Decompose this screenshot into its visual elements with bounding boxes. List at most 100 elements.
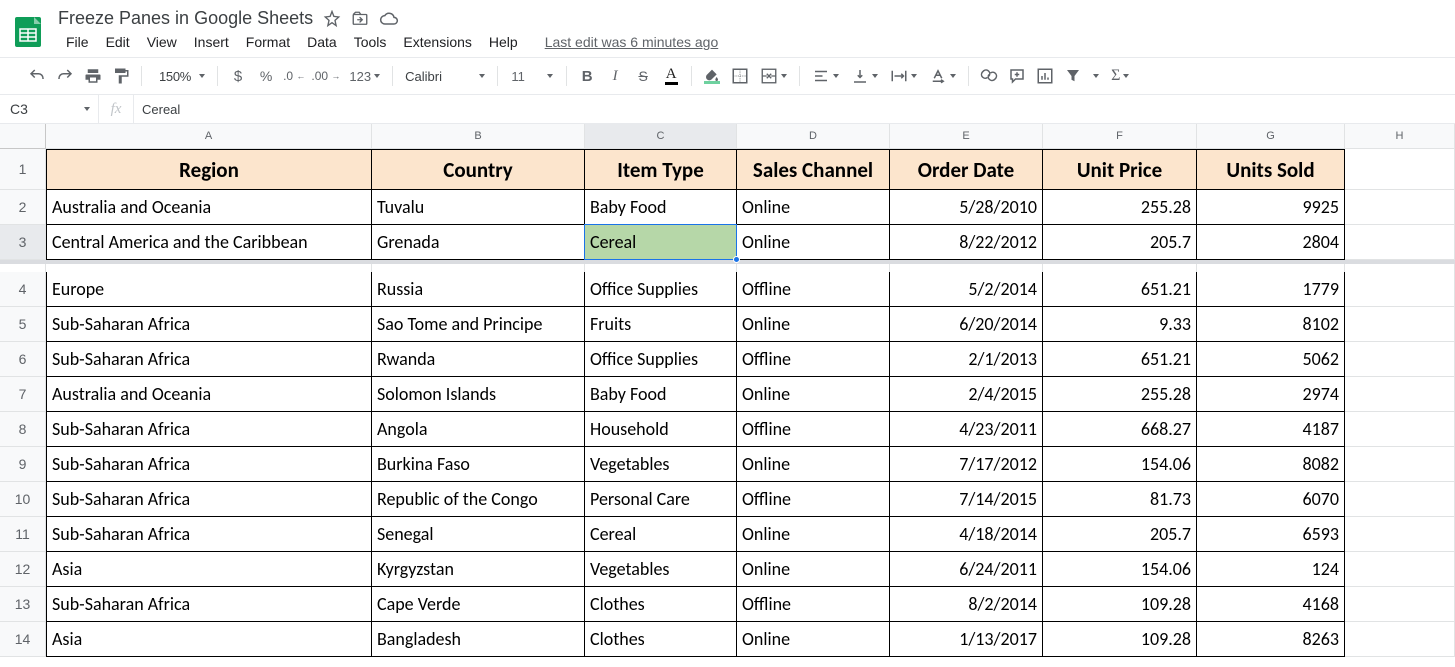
cell[interactable]: 255.28 [1043, 190, 1197, 225]
cell[interactable]: 8263 [1197, 622, 1345, 657]
cell[interactable] [1345, 447, 1455, 482]
row-header-5[interactable]: 5 [0, 307, 46, 342]
cell[interactable]: Asia [46, 622, 372, 657]
redo-button[interactable] [52, 63, 78, 89]
row-header-9[interactable]: 9 [0, 447, 46, 482]
strikethrough-button[interactable]: S [630, 63, 656, 89]
menu-file[interactable]: File [58, 31, 97, 53]
header-cell[interactable]: Region [46, 149, 372, 190]
cell[interactable]: 6/20/2014 [890, 307, 1043, 342]
cell[interactable]: 81.73 [1043, 482, 1197, 517]
header-cell[interactable]: Country [372, 149, 585, 190]
cell[interactable] [1345, 622, 1455, 657]
cell[interactable]: Household [585, 412, 737, 447]
cell[interactable]: Online [737, 190, 890, 225]
filter-views-dropdown[interactable] [1088, 63, 1104, 89]
row-header-10[interactable]: 10 [0, 482, 46, 517]
cell[interactable]: Burkina Faso [372, 447, 585, 482]
filter-button[interactable] [1060, 63, 1086, 89]
italic-button[interactable]: I [602, 63, 628, 89]
insert-chart-button[interactable] [1032, 63, 1058, 89]
cell[interactable]: 154.06 [1043, 447, 1197, 482]
header-cell[interactable]: Sales Channel [737, 149, 890, 190]
format-percent-button[interactable]: % [253, 63, 279, 89]
row-header-6[interactable]: 6 [0, 342, 46, 377]
cell[interactable]: 4/23/2011 [890, 412, 1043, 447]
column-header-F[interactable]: F [1043, 124, 1197, 149]
cell[interactable]: Sub-Saharan Africa [46, 342, 372, 377]
row-header-8[interactable]: 8 [0, 412, 46, 447]
cell[interactable]: 5062 [1197, 342, 1345, 377]
cell[interactable]: Baby Food [585, 190, 737, 225]
freeze-divider[interactable] [0, 260, 1455, 264]
cell[interactable]: 109.28 [1043, 622, 1197, 657]
insert-link-button[interactable] [976, 63, 1002, 89]
cell[interactable] [1345, 412, 1455, 447]
cell[interactable]: Sub-Saharan Africa [46, 587, 372, 622]
text-color-button[interactable]: A [658, 63, 684, 89]
cell[interactable]: 4187 [1197, 412, 1345, 447]
more-formats-dropdown[interactable]: 123 [344, 63, 385, 89]
cell[interactable]: 5/2/2014 [890, 272, 1043, 307]
font-size-dropdown[interactable]: 11 [505, 63, 559, 89]
menu-format[interactable]: Format [238, 31, 298, 53]
undo-button[interactable] [24, 63, 50, 89]
cell[interactable]: Republic of the Congo [372, 482, 585, 517]
cell[interactable]: Sub-Saharan Africa [46, 517, 372, 552]
cell[interactable] [1345, 552, 1455, 587]
cell[interactable]: Clothes [585, 587, 737, 622]
cell[interactable]: Cereal [585, 225, 737, 260]
document-title[interactable]: Freeze Panes in Google Sheets [58, 8, 313, 29]
cell[interactable]: 5/28/2010 [890, 190, 1043, 225]
last-edit-link[interactable]: Last edit was 6 minutes ago [545, 34, 719, 50]
row-header-11[interactable]: 11 [0, 517, 46, 552]
cell[interactable]: 2/1/2013 [890, 342, 1043, 377]
column-header-C[interactable]: C [585, 124, 737, 149]
menu-view[interactable]: View [139, 31, 185, 53]
cell[interactable] [1345, 517, 1455, 552]
cell[interactable]: Grenada [372, 225, 585, 260]
cell[interactable]: Offline [737, 272, 890, 307]
cell[interactable]: 2804 [1197, 225, 1345, 260]
cell[interactable]: Sub-Saharan Africa [46, 412, 372, 447]
row-header-12[interactable]: 12 [0, 552, 46, 587]
fill-handle[interactable] [733, 256, 740, 263]
spreadsheet-grid[interactable]: ABCDEFGH1RegionCountryItem TypeSales Cha… [0, 124, 1455, 657]
cell[interactable]: Rwanda [372, 342, 585, 377]
cell[interactable]: 205.7 [1043, 225, 1197, 260]
cell[interactable]: Fruits [585, 307, 737, 342]
star-icon[interactable] [323, 10, 341, 28]
cell[interactable] [1345, 377, 1455, 412]
cell[interactable]: Kyrgyzstan [372, 552, 585, 587]
cell[interactable]: Baby Food [585, 377, 737, 412]
menu-tools[interactable]: Tools [346, 31, 395, 53]
decrease-decimal-button[interactable]: .0 ← [281, 63, 307, 89]
cell[interactable]: Office Supplies [585, 342, 737, 377]
cell[interactable]: 1779 [1197, 272, 1345, 307]
zoom-dropdown[interactable]: 150% [149, 63, 210, 89]
menu-extensions[interactable]: Extensions [395, 31, 479, 53]
cell[interactable]: 668.27 [1043, 412, 1197, 447]
row-header-4[interactable]: 4 [0, 272, 46, 307]
row-header-3[interactable]: 3 [0, 225, 46, 260]
column-header-E[interactable]: E [890, 124, 1043, 149]
text-wrap-dropdown[interactable] [885, 63, 922, 89]
cell[interactable]: Online [737, 517, 890, 552]
cell[interactable]: Offline [737, 587, 890, 622]
row-header-14[interactable]: 14 [0, 622, 46, 657]
cell[interactable]: Europe [46, 272, 372, 307]
cell[interactable]: Sub-Saharan Africa [46, 447, 372, 482]
column-header-A[interactable]: A [46, 124, 372, 149]
header-cell[interactable]: Order Date [890, 149, 1043, 190]
menu-insert[interactable]: Insert [186, 31, 237, 53]
cell[interactable]: Australia and Oceania [46, 190, 372, 225]
cell[interactable]: 1/13/2017 [890, 622, 1043, 657]
row-header-2[interactable]: 2 [0, 190, 46, 225]
cell[interactable]: 7/14/2015 [890, 482, 1043, 517]
cell[interactable]: 255.28 [1043, 377, 1197, 412]
cell[interactable]: Central America and the Caribbean [46, 225, 372, 260]
cell[interactable]: 154.06 [1043, 552, 1197, 587]
cell[interactable]: Office Supplies [585, 272, 737, 307]
cell[interactable]: 8/2/2014 [890, 587, 1043, 622]
cell[interactable]: 8102 [1197, 307, 1345, 342]
